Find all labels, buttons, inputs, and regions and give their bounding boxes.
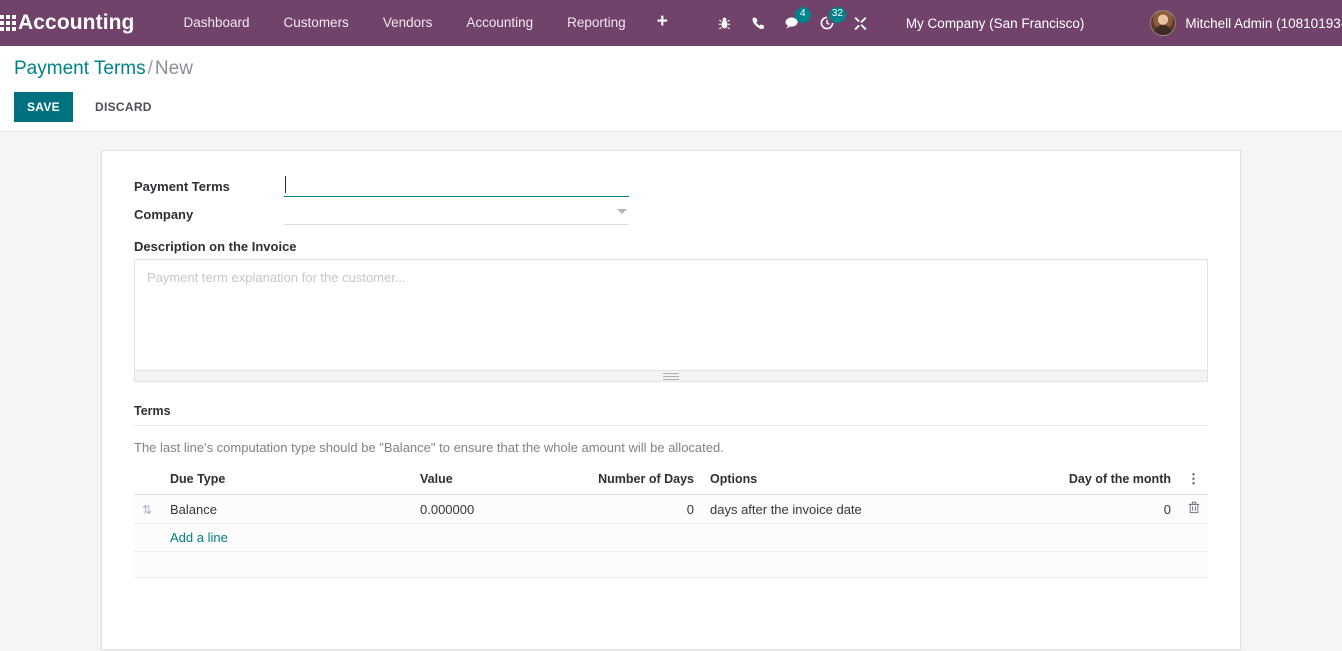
terms-table-head: Due Type Value Number of Days Options Da… bbox=[134, 472, 1208, 495]
menu-item-dashboard[interactable]: Dashboard bbox=[167, 0, 267, 46]
content-area: Payment Terms Company Description on the… bbox=[0, 132, 1342, 651]
terms-section-title: Terms bbox=[134, 404, 1208, 426]
description-textarea[interactable] bbox=[134, 259, 1208, 371]
table-filler-row bbox=[134, 552, 1208, 578]
field-label-company: Company bbox=[134, 203, 284, 222]
menu-item-accounting[interactable]: Accounting bbox=[449, 0, 550, 46]
tools-wrench-icon[interactable] bbox=[844, 0, 878, 46]
add-line-cell: Add a line bbox=[134, 524, 1208, 552]
drag-handle-icon[interactable]: ⇅ bbox=[142, 504, 152, 516]
messages-badge-count: 4 bbox=[795, 7, 811, 23]
systray: 4 32 bbox=[708, 0, 878, 46]
user-name-label: Mitchell Admin (10810193-master-all bbox=[1185, 16, 1342, 31]
apps-menu-button[interactable] bbox=[0, 0, 16, 46]
field-control-company bbox=[284, 203, 629, 225]
menu-item-vendors[interactable]: Vendors bbox=[366, 0, 450, 46]
terms-helper-note: The last line's computation type should … bbox=[134, 440, 1208, 455]
terms-table: Due Type Value Number of Days Options Da… bbox=[134, 472, 1208, 578]
menu-item-reporting[interactable]: Reporting bbox=[550, 0, 643, 46]
table-filler-cell bbox=[134, 552, 1208, 578]
terms-table-body: ⇅ Balance 0.000000 0 days after the invo… bbox=[134, 495, 1208, 578]
optional-columns-toggle[interactable]: ⋮ bbox=[1179, 472, 1208, 495]
save-button[interactable]: SAVE bbox=[14, 92, 73, 122]
breadcrumb-separator: / bbox=[146, 58, 155, 79]
field-label-payment-terms: Payment Terms bbox=[134, 175, 284, 194]
user-menu[interactable]: Mitchell Admin (10810193-master-all bbox=[1150, 10, 1342, 36]
company-input[interactable] bbox=[284, 203, 629, 225]
column-header-options[interactable]: Options bbox=[702, 472, 1029, 495]
avatar bbox=[1150, 10, 1176, 36]
discard-button[interactable]: DISCARD bbox=[83, 92, 164, 122]
cell-day-of-the-month[interactable]: 0 bbox=[1029, 495, 1179, 524]
cell-options[interactable]: days after the invoice date bbox=[702, 495, 1029, 524]
add-a-line-button[interactable]: Add a line bbox=[142, 530, 228, 545]
column-header-value[interactable]: Value bbox=[412, 472, 567, 495]
column-header-day-of-the-month[interactable]: Day of the month bbox=[1029, 472, 1179, 495]
control-panel: Payment Terms/New SAVE DISCARD bbox=[0, 46, 1342, 132]
cell-value[interactable]: 0.000000 bbox=[412, 495, 567, 524]
app-brand-accounting[interactable]: Accounting bbox=[16, 11, 141, 35]
field-payment-terms-row: Payment Terms bbox=[134, 175, 1208, 197]
terms-header-row: Due Type Value Number of Days Options Da… bbox=[134, 472, 1208, 495]
description-block: Description on the Invoice bbox=[134, 239, 1208, 382]
messages-icon[interactable]: 4 bbox=[776, 0, 810, 46]
trash-icon[interactable] bbox=[1188, 501, 1200, 514]
header-drag-spacer bbox=[134, 472, 162, 495]
cell-due-type[interactable]: Balance bbox=[162, 495, 412, 524]
column-header-number-of-days[interactable]: Number of Days bbox=[567, 472, 702, 495]
field-control-payment-terms bbox=[284, 175, 629, 197]
column-header-due-type[interactable]: Due Type bbox=[162, 472, 412, 495]
field-company-row: Company bbox=[134, 203, 1208, 225]
activities-clock-icon[interactable]: 32 bbox=[810, 0, 844, 46]
phone-icon[interactable] bbox=[742, 0, 776, 46]
top-navbar: Accounting Dashboard Customers Vendors A… bbox=[0, 0, 1342, 46]
text-caret bbox=[285, 176, 286, 193]
payment-terms-input[interactable] bbox=[284, 175, 629, 197]
company-switcher[interactable]: My Company (San Francisco) bbox=[900, 16, 1091, 31]
breadcrumb-item-payment-terms[interactable]: Payment Terms bbox=[14, 58, 146, 79]
vertical-dots-icon: ⋮ bbox=[1187, 474, 1200, 484]
bug-icon[interactable] bbox=[708, 0, 742, 46]
main-menu: Dashboard Customers Vendors Accounting R… bbox=[167, 0, 682, 46]
form-sheet: Payment Terms Company Description on the… bbox=[101, 150, 1241, 650]
cell-number-of-days[interactable]: 0 bbox=[567, 495, 702, 524]
table-row[interactable]: ⇅ Balance 0.000000 0 days after the invo… bbox=[134, 495, 1208, 524]
resize-grip-icon bbox=[663, 373, 679, 380]
breadcrumb: Payment Terms/New bbox=[0, 56, 1342, 82]
apps-grid-icon bbox=[0, 15, 16, 31]
breadcrumb-item-new: New bbox=[155, 58, 193, 79]
menu-item-customers[interactable]: Customers bbox=[267, 0, 366, 46]
row-drag-cell[interactable]: ⇅ bbox=[134, 495, 162, 524]
menu-item-add-plus[interactable]: + bbox=[643, 0, 682, 46]
field-label-description: Description on the Invoice bbox=[134, 239, 1208, 254]
record-action-buttons: SAVE DISCARD bbox=[0, 82, 1342, 122]
textarea-resize-handle[interactable] bbox=[134, 371, 1208, 382]
row-delete-cell[interactable] bbox=[1179, 495, 1208, 524]
add-line-row: Add a line bbox=[134, 524, 1208, 552]
